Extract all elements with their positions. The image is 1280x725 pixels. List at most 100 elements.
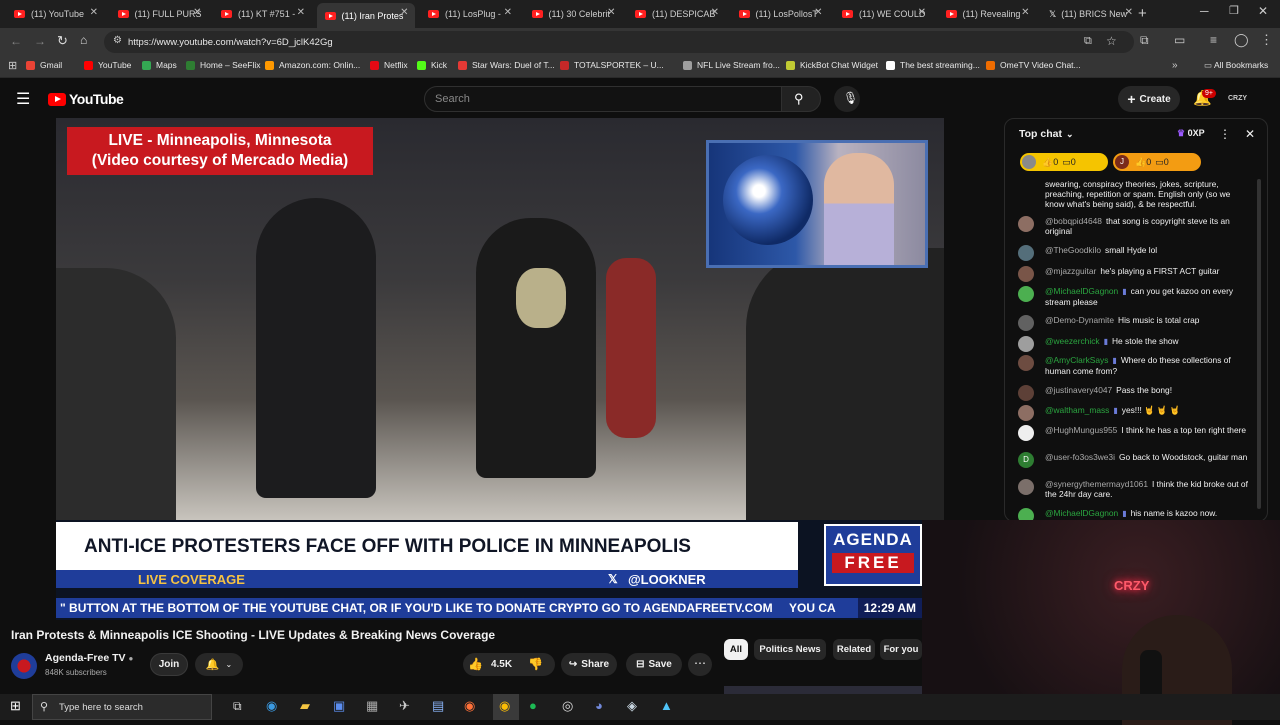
join-button[interactable]: Join <box>150 653 188 676</box>
chat-author[interactable]: @justinavery4047 <box>1045 385 1112 395</box>
voice-search-button[interactable]: 🎙 <box>834 86 860 112</box>
discord-icon[interactable]: ◕ <box>595 698 603 713</box>
bookmark-star-icon[interactable]: ☆ <box>1106 34 1117 48</box>
browser-tab[interactable]: (11) WE COULD ✕ <box>834 3 932 25</box>
chat-avatar[interactable] <box>1018 245 1034 261</box>
chat-avatar[interactable]: D <box>1018 452 1034 468</box>
chat-message[interactable]: @AmyClarkSays ▮ Where do these collections… <box>1018 355 1248 376</box>
apps-icon[interactable]: ⊞ <box>8 59 17 72</box>
chat-avatar[interactable] <box>1018 216 1034 232</box>
browser-tab[interactable]: (11) LosPlug - ✕ <box>420 3 518 25</box>
steam-icon[interactable]: ◈ <box>627 698 637 714</box>
tab-close-icon[interactable]: ✕ <box>607 7 615 18</box>
pinned-pill-2[interactable]: J 👍 0 ▭ 0 <box>1113 153 1201 171</box>
tab-close-icon[interactable]: ✕ <box>918 7 926 18</box>
maximize-button[interactable]: ❐ <box>1229 4 1239 17</box>
subscription-bell-button[interactable]: 🔔 ⌄ <box>195 653 243 676</box>
more-actions-button[interactable]: ⋯ <box>688 653 712 676</box>
minimize-button[interactable]: ─ <box>1200 4 1209 18</box>
calculator-icon[interactable]: ▦ <box>366 698 378 714</box>
search-button[interactable]: ⚲ <box>781 86 821 112</box>
app-icon-2[interactable]: ✈ <box>399 698 410 714</box>
filter-chip[interactable]: All <box>724 639 748 660</box>
split-view-icon[interactable]: ▭ <box>1174 33 1185 47</box>
chat-author[interactable]: @HughMungus955 <box>1045 425 1117 435</box>
chat-message[interactable]: @waltham_mass ▮ yes!!! 🤘 🤘 🤘 <box>1018 405 1248 421</box>
chat-avatar[interactable] <box>1018 385 1034 401</box>
chat-message[interactable]: @Demo-Dynamite His music is total crap <box>1018 315 1248 331</box>
browser-tab[interactable]: (11) LosPollosT ✕ <box>731 3 829 25</box>
chat-message[interactable]: @TheGoodkilo small Hyde lol <box>1018 245 1248 261</box>
bookmark-item[interactable]: Netflix <box>370 60 408 70</box>
chat-message[interactable]: @MichaelDGagnon ▮ his name is kazoo now. <box>1018 508 1248 524</box>
chat-author[interactable]: @synergythemermayd1061 <box>1045 479 1148 489</box>
chat-author[interactable]: @user-fo3os3we3i <box>1045 452 1115 462</box>
back-icon[interactable]: ← <box>10 34 22 48</box>
app-icon-3[interactable]: ▤ <box>432 698 444 714</box>
app-icon-1[interactable]: ▣ <box>333 698 345 714</box>
spotify-icon[interactable]: ● <box>529 698 537 713</box>
bookmark-item[interactable]: The best streaming... <box>886 60 980 70</box>
taskbar-search-input[interactable]: ⚲ Type here to search <box>32 694 212 720</box>
profile-icon[interactable]: ◯ <box>1234 32 1249 48</box>
edge-icon[interactable]: ◉ <box>266 698 277 714</box>
chat-author[interactable]: @waltham_mass <box>1045 405 1109 415</box>
chat-message[interactable]: D @user-fo3os3we3i Go back to Woodstock, g… <box>1018 452 1248 468</box>
browser-tab[interactable]: (11) YouTube ✕ <box>6 3 104 25</box>
youtube-logo[interactable]: YouTube <box>48 91 124 107</box>
extensions-icon[interactable]: ⧉ <box>1140 33 1149 48</box>
new-tab-button[interactable]: + <box>1138 5 1147 22</box>
chat-author[interactable]: @weezerchick <box>1045 336 1100 346</box>
chat-avatar[interactable] <box>1018 479 1034 495</box>
tab-close-icon[interactable]: ✕ <box>711 7 719 18</box>
save-button[interactable]: ⊟ Save <box>626 653 682 676</box>
xp-badge[interactable]: ♛ 0XP <box>1177 128 1205 139</box>
channel-name[interactable]: Agenda-Free TV ● <box>45 652 133 664</box>
browser-tab[interactable]: (11) FULL PURS ✕ <box>110 3 208 25</box>
chat-header[interactable]: Top chat ⌄ <box>1019 128 1074 140</box>
windows-start-icon[interactable]: ⊞ <box>10 698 21 714</box>
bookmark-item[interactable]: NFL Live Stream fro... <box>683 60 780 70</box>
chat-close-icon[interactable]: ✕ <box>1245 127 1255 141</box>
address-bar[interactable]: ⚙ https://www.youtube.com/watch?v=6D_jcl… <box>104 31 1134 53</box>
chat-author[interactable]: @mjazzguitar <box>1045 266 1096 276</box>
chat-avatar[interactable] <box>1018 425 1034 441</box>
firefox-icon[interactable]: ◉ <box>464 698 475 714</box>
chat-author[interactable]: @MichaelDGagnon <box>1045 286 1118 296</box>
home-icon[interactable]: ⌂ <box>80 33 87 47</box>
filter-chip[interactable]: For you <box>880 639 922 660</box>
chat-avatar[interactable] <box>1018 405 1034 421</box>
chat-message[interactable]: @MichaelDGagnon ▮ can you get kazoo on eve… <box>1018 286 1248 307</box>
bookmark-item[interactable]: KickBot Chat Widget <box>786 60 878 70</box>
app-icon-5[interactable]: ▲ <box>660 698 673 713</box>
chat-avatar[interactable] <box>1018 286 1034 302</box>
window-close-button[interactable]: ✕ <box>1258 4 1268 18</box>
chat-message[interactable]: @weezerchick ▮ He stole the show <box>1018 336 1248 352</box>
chat-avatar[interactable] <box>1018 266 1034 282</box>
chat-avatar[interactable] <box>1018 336 1034 352</box>
chat-menu-icon[interactable]: ⋮ <box>1219 127 1231 141</box>
bookmarks-overflow-icon[interactable]: » <box>1172 60 1178 71</box>
chat-message[interactable]: @synergythemermayd1061 I think the kid br… <box>1018 479 1248 499</box>
dislike-icon[interactable]: 👎 <box>528 657 543 671</box>
browser-tab[interactable]: (11) Revealing ✕ <box>938 3 1036 25</box>
forward-icon[interactable]: → <box>34 34 46 48</box>
chat-message[interactable]: @justinavery4047 Pass the bong! <box>1018 385 1248 401</box>
task-view-icon[interactable]: ⧉ <box>233 699 242 714</box>
app-icon-4[interactable]: ◎ <box>562 698 573 714</box>
browser-tab[interactable]: (11) DESPICAB ✕ <box>627 3 725 25</box>
chat-message[interactable]: @bobqpid4648 that song is copyright steve… <box>1018 216 1248 236</box>
browser-tab[interactable]: 𝕏 (11) BRICS New ✕ <box>1041 3 1139 25</box>
browser-tab[interactable]: (11) 30 Celebrit ✕ <box>524 3 622 25</box>
tab-close-icon[interactable]: ✕ <box>297 7 305 18</box>
bookmark-item[interactable]: YouTube <box>84 60 131 70</box>
bookmark-item[interactable]: Star Wars: Duel of T... <box>458 60 555 70</box>
chat-avatar[interactable] <box>1018 355 1034 371</box>
tab-close-icon[interactable]: ✕ <box>400 7 408 18</box>
chat-author[interactable]: @TheGoodkilo <box>1045 245 1101 255</box>
media-icon[interactable]: ≡ <box>1210 33 1217 47</box>
tab-close-icon[interactable]: ✕ <box>90 7 98 18</box>
share-button[interactable]: ↪ Share <box>561 653 617 676</box>
menu-icon[interactable]: ⋮ <box>1260 32 1273 48</box>
site-info-icon[interactable]: ⚙ <box>113 35 122 46</box>
